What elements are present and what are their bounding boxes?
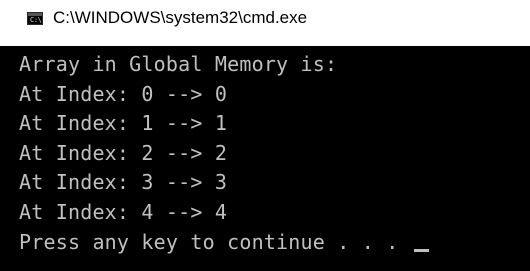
console-line: At Index: 0 --> 0 <box>19 81 228 106</box>
console-icon-label: C:\ <box>30 16 42 24</box>
console-lines: Array in Global Memory is: At Index: 0 -… <box>19 50 429 257</box>
title-bar[interactable]: C:\ C:\WINDOWS\system32\cmd.exe <box>0 0 530 45</box>
console-line: At Index: 2 --> 2 <box>19 140 228 165</box>
console-line: At Index: 3 --> 3 <box>19 170 228 195</box>
window-title: C:\WINDOWS\system32\cmd.exe <box>53 8 308 27</box>
console-prompt-text: Press any key to continue . . . <box>19 229 411 254</box>
console-line: At Index: 1 --> 1 <box>19 111 228 136</box>
console-prompt-line: Press any key to continue . . . <box>19 228 429 258</box>
cmd-window: C:\ C:\WINDOWS\system32\cmd.exe Array in… <box>0 0 530 271</box>
console-line: Array in Global Memory is: <box>19 52 338 76</box>
text-cursor-icon <box>413 248 429 252</box>
console-line: At Index: 4 --> 4 <box>19 199 228 224</box>
console-output[interactable]: Array in Global Memory is: At Index: 0 -… <box>0 46 530 271</box>
console-icon[interactable]: C:\ <box>27 12 43 25</box>
